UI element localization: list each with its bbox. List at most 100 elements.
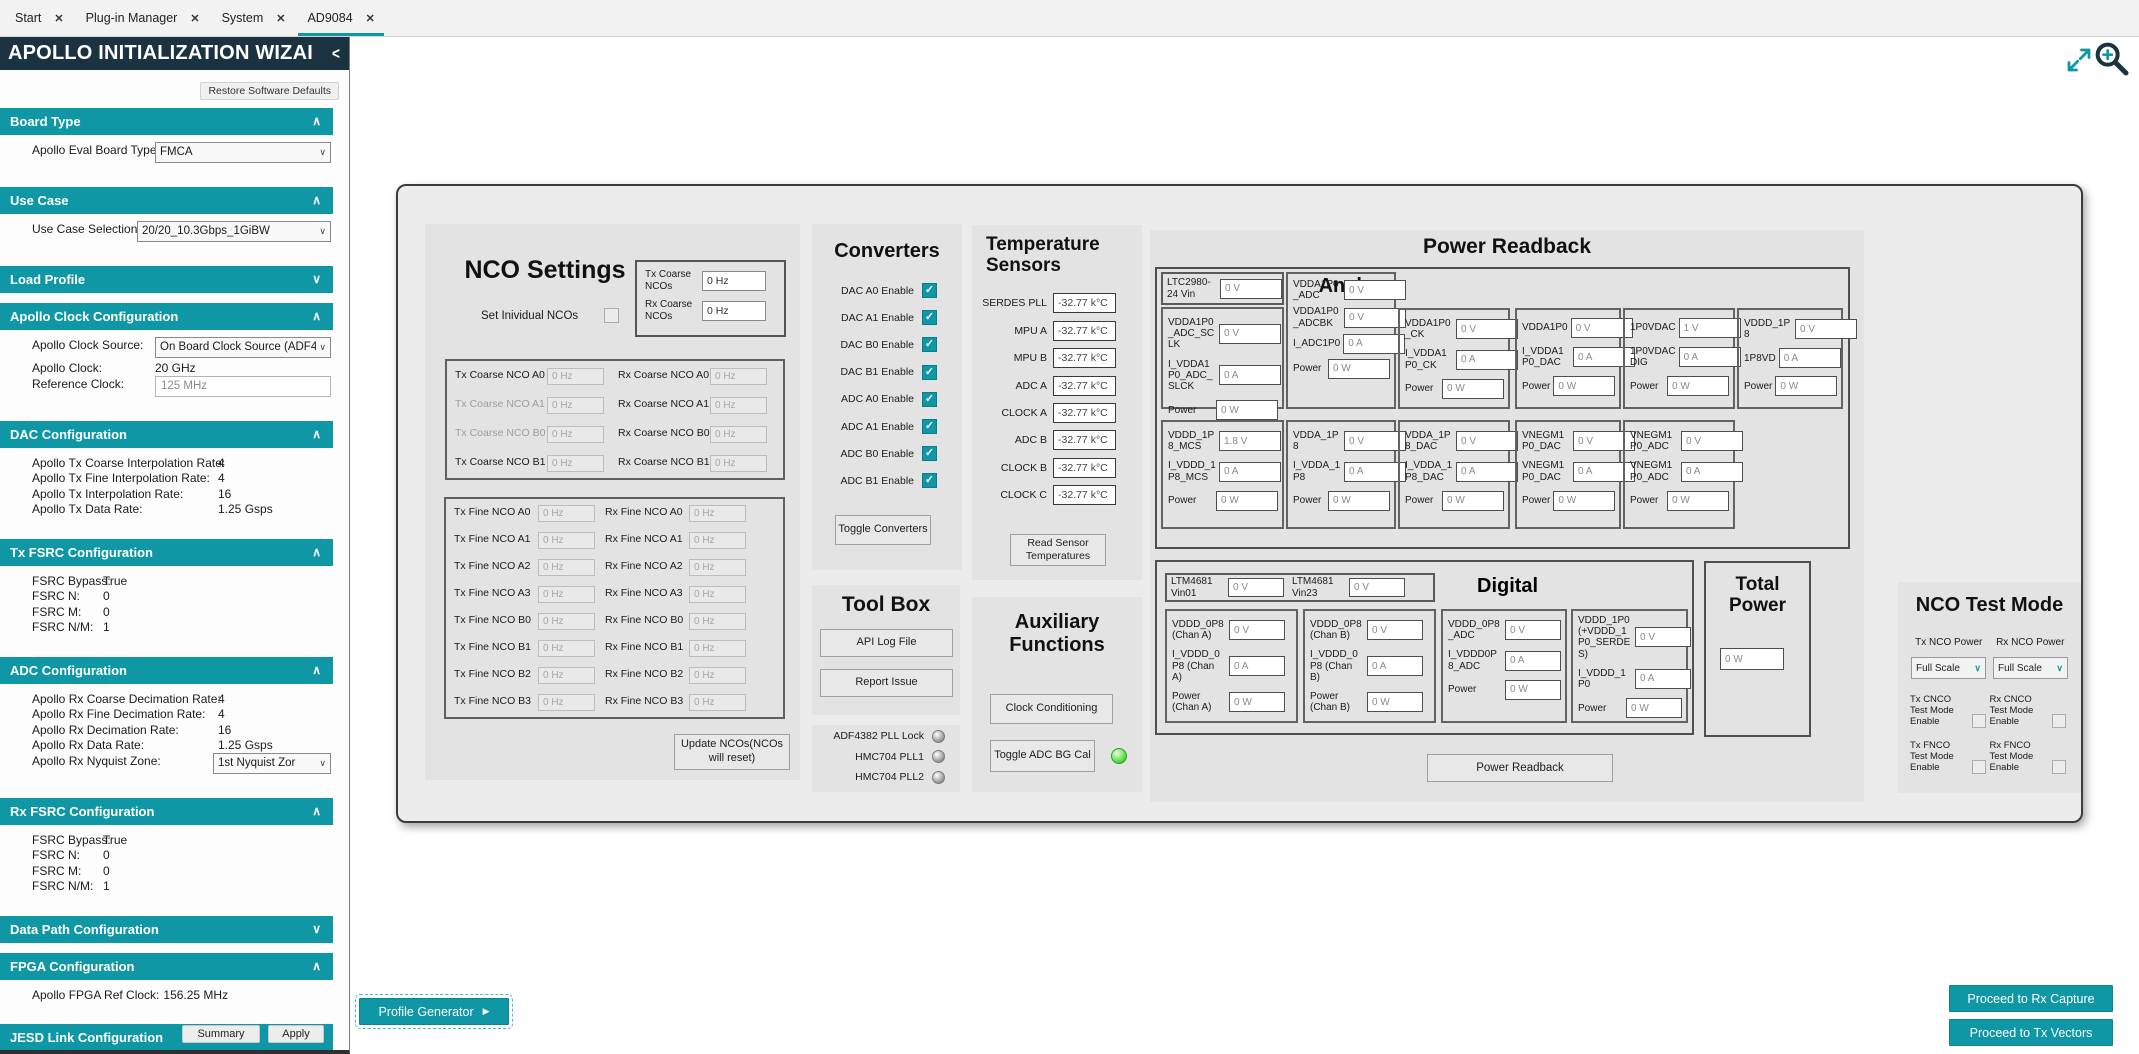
nco-input-tx-fine-nco-b0[interactable] (538, 613, 595, 630)
nco-input-rx-fine-nco-a1[interactable] (689, 532, 746, 549)
tab-ad9084[interactable]: AD9084✕ (296, 0, 385, 36)
setting-label: Apollo Rx Coarse Decimation Rate: (32, 692, 221, 706)
rx-nco-power-select[interactable]: Full Scale ∨ (1993, 657, 2068, 679)
power-field: I_VDDA1P0_ADC_SLCK0 A (1168, 359, 1278, 393)
profile-generator-button[interactable]: Profile Generator ▶ (359, 998, 509, 1025)
tab-start[interactable]: Start✕ (4, 0, 75, 36)
power-readback-button[interactable]: Power Readback (1427, 754, 1613, 782)
nco-input-rx-fine-nco-b1[interactable] (689, 640, 746, 657)
apply-button[interactable]: Apply (268, 1025, 324, 1043)
expand-icon[interactable] (2064, 45, 2094, 75)
sidebar-collapse-icon[interactable]: < (332, 37, 340, 70)
tab-plug-in-manager[interactable]: Plug-in Manager ✕ (75, 0, 211, 36)
toggle-adc-bg-cal-button[interactable]: Toggle ADC BG Cal (990, 740, 1095, 772)
api-log-file-button[interactable]: API Log File (820, 629, 953, 657)
analog-group-vdda1p0-ck: VDDA1P0_CK0 VI_VDDA1P0_CK0 APower0 W (1398, 308, 1510, 409)
tab-close-icon[interactable]: ✕ (366, 12, 375, 25)
checkbox-adc-b0-enable[interactable]: ✓ (922, 446, 937, 461)
fine-nco-group: Tx Fine NCO A0Rx Fine NCO A0Tx Fine NCO … (444, 497, 785, 719)
nco-label: Rx Fine NCO B1 (605, 642, 689, 654)
nco-input-tx-coarse-nco-a0[interactable] (547, 368, 604, 385)
nco-input-tx-fine-nco-b3[interactable] (538, 694, 595, 711)
digital-power-box: Digital LTM4681 Vin010 VLTM4681 Vin230 V… (1155, 560, 1694, 735)
toggle-converters-button[interactable]: Toggle Converters (835, 515, 931, 545)
update-ncos-button[interactable]: Update NCOs(NCOs will reset) (674, 734, 790, 770)
nco-input-tx-fine-nco-b2[interactable] (538, 667, 595, 684)
converter-label: DAC A1 Enable (836, 312, 914, 324)
nco-input-tx-fine-nco-a3[interactable] (538, 586, 595, 603)
nco-input-rx-fine-nco-b2[interactable] (689, 667, 746, 684)
proceed-to-rx-capture-button[interactable]: Proceed to Rx Capture (1949, 985, 2113, 1012)
checkbox-tx-cnco-test-mode-enable[interactable] (1972, 714, 1986, 728)
checkbox-dac-b1-enable[interactable]: ✓ (922, 365, 937, 380)
nco-input-tx-fine-nco-a0[interactable] (538, 505, 595, 522)
digital-group-vddd-0p8-chan-a: VDDD_0P8 (Chan A)0 VI_VDDD_0P8 (Chan A)0… (1165, 609, 1298, 723)
setting-select-apollo-eval-board-type[interactable]: FMCA∨ (155, 142, 331, 163)
set-individual-ncos-checkbox[interactable] (604, 308, 619, 323)
section-label: Board Type (10, 114, 81, 129)
tx-coarse-ncos-input[interactable] (702, 271, 766, 291)
power-field: VDDA_1P80 V (1293, 430, 1390, 452)
coarse-nco-group: Tx Coarse NCO A0Rx Coarse NCO A0Tx Coars… (445, 359, 785, 480)
section-header-apollo-clock-configuration[interactable]: Apollo Clock Configuration∧ (0, 303, 333, 330)
setting-input-reference-clock[interactable] (155, 376, 331, 397)
nco-input-rx-fine-nco-a3[interactable] (689, 586, 746, 603)
section-header-tx-fsrc-configuration[interactable]: Tx FSRC Configuration∧ (0, 539, 333, 566)
setting-select-apollo-rx-nyquist-zone[interactable]: 1st Nyquist Zor∨ (213, 753, 331, 774)
tab-close-icon[interactable]: ✕ (54, 12, 63, 25)
nco-input-rx-coarse-nco-a1[interactable] (710, 397, 767, 414)
proceed-to-tx-vectors-button[interactable]: Proceed to Tx Vectors (1949, 1019, 2113, 1046)
section-header-fpga-configuration[interactable]: FPGA Configuration∧ (0, 953, 333, 980)
nco-input-tx-coarse-nco-b0[interactable] (547, 426, 604, 443)
select-value: FMCA (160, 145, 316, 160)
nco-input-rx-fine-nco-a2[interactable] (689, 559, 746, 576)
report-issue-button[interactable]: Report Issue (820, 669, 953, 697)
section-header-data-path-configuration[interactable]: Data Path Configuration∨ (0, 916, 333, 943)
nco-input-rx-coarse-nco-a0[interactable] (710, 368, 767, 385)
checkbox-adc-a0-enable[interactable]: ✓ (922, 392, 937, 407)
checkbox-adc-a1-enable[interactable]: ✓ (922, 419, 937, 434)
checkbox-rx-fnco-test-mode-enable[interactable] (2052, 760, 2066, 774)
setting-label: FSRC M: (32, 864, 81, 878)
summary-button[interactable]: Summary (182, 1025, 260, 1043)
nco-input-rx-coarse-nco-b0[interactable] (710, 426, 767, 443)
nco-label: Tx Fine NCO A3 (454, 588, 538, 600)
setting-select-use-case-selection[interactable]: 20/20_10.3Gbps_1GiBW∨ (137, 221, 331, 242)
tab-system[interactable]: System✕ (211, 0, 297, 36)
tab-close-icon[interactable]: ✕ (190, 12, 199, 25)
sensor-row: MPU B-32.77 k°C (972, 345, 1142, 372)
power-label: 1P0VDAC (1630, 322, 1676, 333)
restore-software-defaults-button[interactable]: Restore Software Defaults (200, 82, 339, 100)
checkbox-dac-b0-enable[interactable]: ✓ (922, 337, 937, 352)
power-value-i-vdda1p0-ck: 0 A (1456, 350, 1518, 370)
magnifier-icon[interactable] (2091, 38, 2131, 78)
section-header-load-profile[interactable]: Load Profile∨ (0, 266, 333, 293)
nco-input-tx-fine-nco-a1[interactable] (538, 532, 595, 549)
checkbox-adc-b1-enable[interactable]: ✓ (922, 473, 937, 488)
nco-input-rx-fine-nco-a0[interactable] (689, 505, 746, 522)
rx-coarse-ncos-input[interactable] (702, 301, 766, 321)
clock-conditioning-button[interactable]: Clock Conditioning (990, 694, 1113, 724)
section-header-use-case[interactable]: Use Case∧ (0, 187, 333, 214)
nco-input-tx-fine-nco-b1[interactable] (538, 640, 595, 657)
nco-input-tx-coarse-nco-b1[interactable] (547, 455, 604, 472)
tx-nco-power-select[interactable]: Full Scale ∨ (1911, 657, 1986, 679)
checkbox-dac-a1-enable[interactable]: ✓ (922, 310, 937, 325)
checkbox-rx-cnco-test-mode-enable[interactable] (2052, 714, 2066, 728)
tab-label: Plug-in Manager (86, 11, 178, 25)
section-header-board-type[interactable]: Board Type∧ (0, 108, 333, 135)
setting-select-apollo-clock-source[interactable]: On Board Clock Source (ADF4∨ (155, 337, 331, 358)
nco-input-rx-fine-nco-b0[interactable] (689, 613, 746, 630)
section-header-dac-configuration[interactable]: DAC Configuration∧ (0, 421, 333, 448)
checkbox-tx-fnco-test-mode-enable[interactable] (1972, 760, 1986, 774)
tab-close-icon[interactable]: ✕ (276, 12, 285, 25)
checkbox-dac-a0-enable[interactable]: ✓ (922, 283, 937, 298)
section-header-rx-fsrc-configuration[interactable]: Rx FSRC Configuration∧ (0, 798, 333, 825)
read-sensor-temperatures-button[interactable]: Read Sensor Temperatures (1010, 534, 1106, 566)
section-header-adc-configuration[interactable]: ADC Configuration∧ (0, 657, 333, 684)
nco-input-rx-fine-nco-b3[interactable] (689, 694, 746, 711)
nco-input-tx-coarse-nco-a1[interactable] (547, 397, 604, 414)
nco-input-rx-coarse-nco-b1[interactable] (710, 455, 767, 472)
nco-input-tx-fine-nco-a2[interactable] (538, 559, 595, 576)
power-value-power: 0 W (1553, 376, 1615, 396)
